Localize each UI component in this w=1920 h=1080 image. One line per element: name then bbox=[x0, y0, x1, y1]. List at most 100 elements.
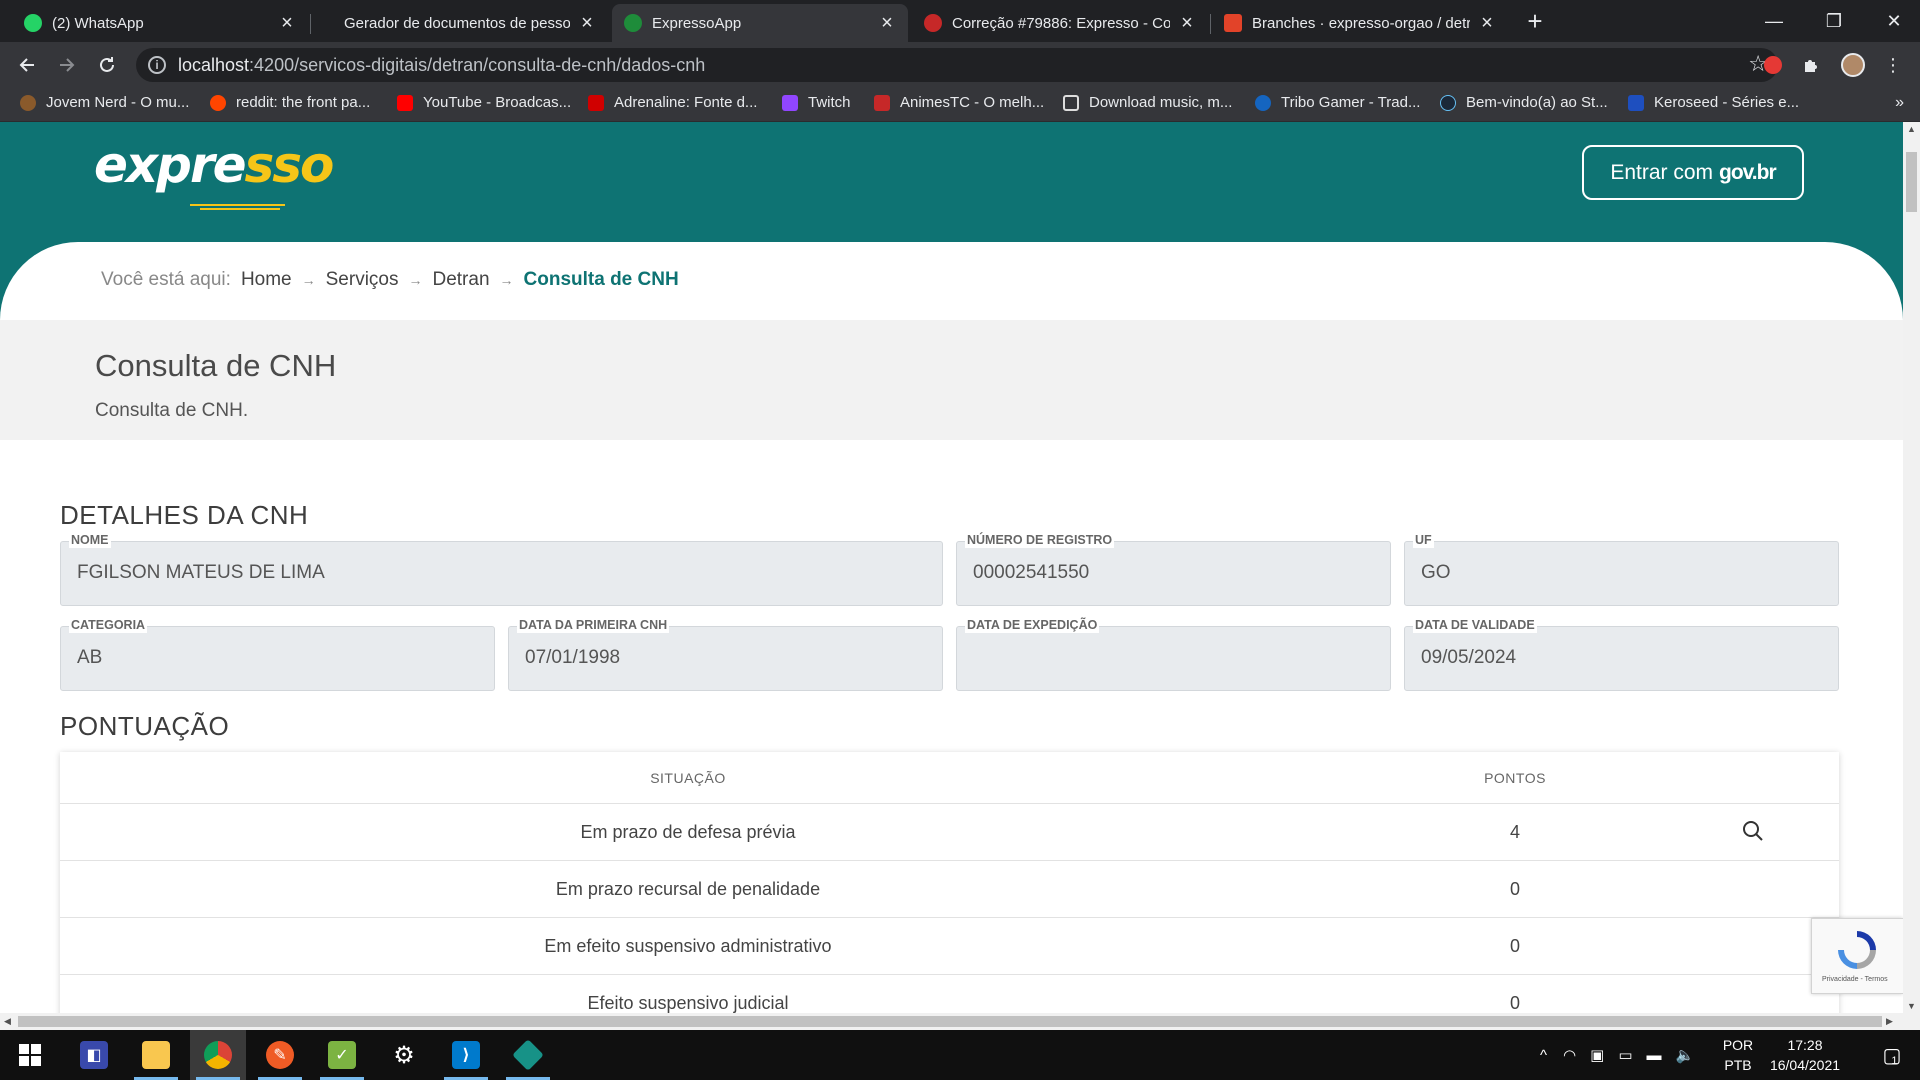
pontos-cell: 4 bbox=[1509, 822, 1520, 842]
forward-button[interactable] bbox=[52, 50, 82, 80]
taskbar-postman[interactable]: ✎ bbox=[252, 1030, 308, 1080]
tab-expressoapp[interactable]: ExpressoApp × bbox=[612, 4, 908, 42]
data-expedicao-field[interactable]: DATA DE EXPEDIÇÃO bbox=[956, 617, 1391, 691]
bookmark-jovem-nerd[interactable]: Jovem Nerd - O mu... bbox=[20, 94, 189, 111]
bookmark-tribo-gamer[interactable]: Tribo Gamer - Trad... bbox=[1255, 94, 1420, 111]
close-icon[interactable]: × bbox=[578, 12, 596, 35]
language-code: POR bbox=[1722, 1037, 1754, 1053]
close-icon[interactable]: × bbox=[1478, 12, 1496, 35]
search-icon[interactable] bbox=[1740, 818, 1766, 844]
url-text[interactable]: localhost:4200/servicos-digitais/detran/… bbox=[178, 55, 705, 76]
recaptcha-badge[interactable]: Privacidade - Termos bbox=[1811, 918, 1903, 994]
horizontal-scrollbar[interactable]: ◀ ▶ bbox=[0, 1013, 1920, 1030]
bookmark-download-music[interactable]: Download music, m... bbox=[1063, 94, 1232, 111]
browser-menu-icon[interactable]: ⋮ bbox=[1880, 52, 1906, 78]
logo-swoosh-icon bbox=[190, 204, 285, 210]
categoria-field[interactable]: CATEGORIA AB bbox=[60, 617, 495, 691]
tab-gerador-documentos[interactable]: Gerador de documentos de pessoa × bbox=[312, 4, 608, 42]
extensions-puzzle-icon[interactable] bbox=[1798, 52, 1824, 78]
breadcrumb-separator-icon: → bbox=[301, 272, 316, 288]
breadcrumb-separator-icon: → bbox=[499, 272, 514, 288]
action-center-button[interactable]: ▢ 1 bbox=[1860, 1030, 1920, 1080]
bookmarks-overflow-button[interactable]: » bbox=[1895, 94, 1904, 112]
tab-title: (2) WhatsApp bbox=[52, 14, 144, 32]
taskbar-clock[interactable]: 17:28 16/04/2021 bbox=[1765, 1035, 1845, 1075]
taskbar-app-media[interactable]: ◧ bbox=[66, 1030, 122, 1080]
git-client-icon bbox=[512, 1039, 544, 1071]
minimize-button[interactable]: — bbox=[1744, 0, 1804, 42]
bookmark-reddit[interactable]: reddit: the front pa... bbox=[210, 94, 370, 111]
expresso-logo[interactable]: expresso bbox=[94, 136, 334, 194]
breadcrumb-detran[interactable]: Detran bbox=[432, 269, 489, 291]
taskbar-chrome[interactable] bbox=[190, 1030, 246, 1080]
tray-app-icon[interactable]: ▣ bbox=[1590, 1046, 1604, 1064]
field-value: FGILSON MATEUS DE LIMA bbox=[77, 562, 325, 583]
bookmark-keroseed[interactable]: Keroseed - Séries e... bbox=[1628, 94, 1799, 111]
breadcrumb-servicos[interactable]: Serviços bbox=[326, 269, 399, 291]
field-value: AB bbox=[77, 647, 103, 668]
battery-icon[interactable]: ▬ bbox=[1647, 1047, 1662, 1064]
field-label: NÚMERO DE REGISTRO bbox=[965, 532, 1115, 548]
bookmark-label: Bem-vindo(a) ao St... bbox=[1466, 94, 1608, 111]
tray-display-icon[interactable]: ▭ bbox=[1618, 1046, 1632, 1064]
volume-icon[interactable]: 🔈 bbox=[1676, 1046, 1695, 1064]
taskbar-vscode[interactable]: ⟩ bbox=[438, 1030, 494, 1080]
clock-time: 17:28 bbox=[1787, 1037, 1823, 1053]
bookmark-label: Tribo Gamer - Trad... bbox=[1281, 94, 1421, 111]
back-button[interactable] bbox=[12, 50, 42, 80]
media-app-icon: ◧ bbox=[80, 1041, 108, 1069]
bookmark-twitch[interactable]: Twitch bbox=[782, 94, 851, 111]
language-indicator[interactable]: POR PTB bbox=[1715, 1035, 1761, 1075]
profile-avatar[interactable] bbox=[1840, 52, 1866, 78]
breadcrumb-home[interactable]: Home bbox=[241, 269, 292, 291]
pontuacao-section-title: PONTUAÇÃO bbox=[60, 711, 230, 741]
start-button[interactable] bbox=[2, 1030, 58, 1080]
numero-registro-field[interactable]: NÚMERO DE REGISTRO 00002541550 bbox=[956, 532, 1391, 606]
scroll-right-icon[interactable]: ▶ bbox=[1886, 1013, 1893, 1030]
situacao-cell: Em prazo recursal de penalidade bbox=[555, 879, 821, 899]
vertical-scrollbar[interactable]: ▲ ▼ bbox=[1903, 122, 1920, 1013]
animestc-icon bbox=[874, 94, 890, 111]
nome-field[interactable]: NOME FGILSON MATEUS DE LIMA bbox=[60, 532, 943, 606]
tab-title: Gerador de documentos de pessoa bbox=[344, 14, 570, 32]
recaptcha-footer[interactable]: Privacidade - Termos bbox=[1822, 976, 1888, 983]
login-govbr-button[interactable]: Entrar com gov.br bbox=[1582, 145, 1804, 200]
close-icon[interactable]: × bbox=[1178, 12, 1196, 35]
taskbar-settings-app[interactable]: ⚙ bbox=[376, 1030, 432, 1080]
info-icon[interactable]: i bbox=[148, 56, 166, 74]
tab-correcao[interactable]: Correção #79886: Expresso - Con × bbox=[912, 4, 1208, 42]
data-primeira-cnh-field[interactable]: DATA DA PRIMEIRA CNH 07/01/1998 bbox=[508, 617, 943, 691]
field-value: 09/05/2024 bbox=[1421, 647, 1517, 668]
scroll-down-icon[interactable]: ▼ bbox=[1903, 1001, 1920, 1011]
extension-red-icon[interactable] bbox=[1760, 52, 1786, 78]
taskbar-notepad[interactable]: ✓ bbox=[314, 1030, 370, 1080]
uf-field[interactable]: UF GO bbox=[1404, 532, 1839, 606]
maximize-button[interactable]: ❐ bbox=[1804, 0, 1864, 42]
taskbar-file-explorer[interactable] bbox=[128, 1030, 184, 1080]
bookmark-steam[interactable]: Bem-vindo(a) ao St... bbox=[1440, 94, 1608, 111]
new-tab-button[interactable]: + bbox=[1520, 6, 1550, 37]
address-bar[interactable]: i localhost:4200/servicos-digitais/detra… bbox=[136, 48, 1778, 82]
bookmarks-bar: Jovem Nerd - O mu... reddit: the front p… bbox=[0, 88, 1920, 122]
bookmark-youtube[interactable]: YouTube - Broadcas... bbox=[397, 94, 571, 111]
network-icon[interactable]: ◠ bbox=[1563, 1046, 1576, 1064]
scroll-up-icon[interactable]: ▲ bbox=[1903, 124, 1920, 134]
bookmark-adrenaline[interactable]: Adrenaline: Fonte d... bbox=[588, 94, 757, 111]
bookmark-label: reddit: the front pa... bbox=[236, 94, 371, 111]
close-icon[interactable]: × bbox=[878, 12, 896, 35]
bookmark-animestc[interactable]: AnimesTC - O melh... bbox=[874, 94, 1044, 111]
breadcrumb-prefix: Você está aqui: bbox=[101, 269, 231, 290]
tray-expand-icon[interactable]: ^ bbox=[1540, 1047, 1547, 1064]
reload-button[interactable] bbox=[92, 50, 122, 80]
close-window-button[interactable]: ✕ bbox=[1864, 0, 1920, 42]
data-validade-field[interactable]: DATA DE VALIDADE 09/05/2024 bbox=[1404, 617, 1839, 691]
situacao-cell: Em prazo de defesa prévia bbox=[580, 822, 796, 842]
tab-whatsapp[interactable]: (2) WhatsApp × bbox=[12, 4, 308, 42]
scrollbar-thumb[interactable] bbox=[1906, 152, 1917, 212]
expresso-favicon-icon bbox=[624, 14, 642, 32]
scrollbar-thumb[interactable] bbox=[18, 1016, 1882, 1027]
scroll-left-icon[interactable]: ◀ bbox=[4, 1013, 11, 1030]
tab-branches[interactable]: Branches · expresso-orgao / detran × bbox=[1212, 4, 1508, 42]
taskbar-gitkraken[interactable] bbox=[500, 1030, 556, 1080]
close-icon[interactable]: × bbox=[278, 12, 296, 35]
